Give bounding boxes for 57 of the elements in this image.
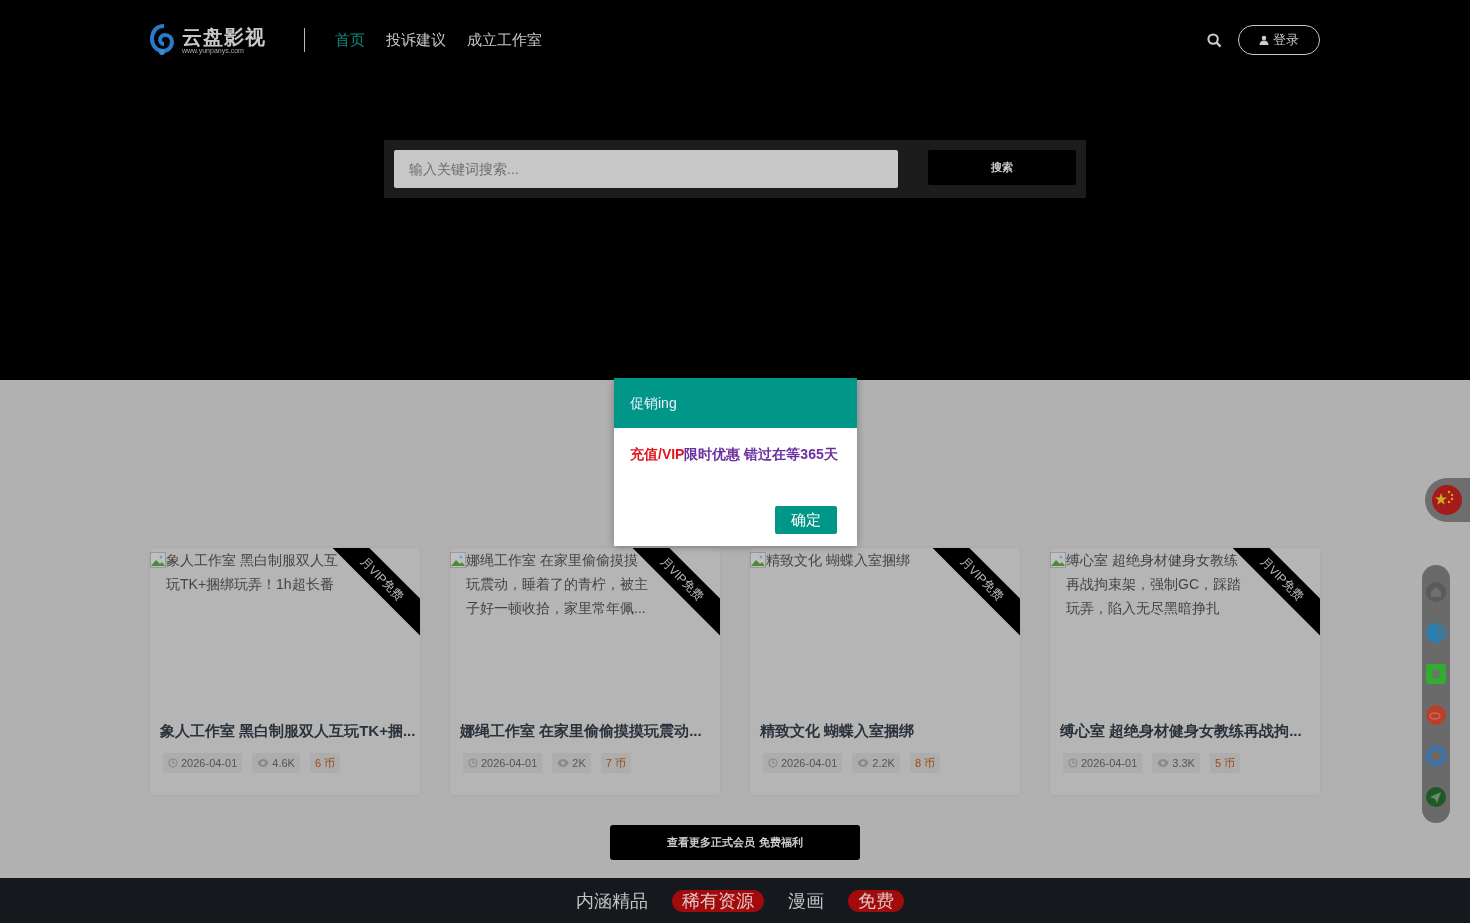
- eye-icon: [1157, 757, 1170, 768]
- broken-image-icon: [150, 552, 166, 568]
- clock-icon: [468, 757, 478, 768]
- eye-icon: [557, 757, 570, 768]
- more-button[interactable]: 查看更多正式会员 免费福利: [610, 825, 860, 860]
- video-card[interactable]: 缚心室 超绝身材健身女教练再战拘束架，强制GC，踩踏玩弄，陷入无尽黑暗挣扎 月VIP免费 缚心室 超绝身材健身女教练再战拘... 2026-04-01 3.3K 5 币: [1050, 548, 1320, 795]
- footer-link[interactable]: 漫画: [778, 889, 834, 912]
- ring-icon[interactable]: [1426, 745, 1446, 766]
- date-text: 2026-04-01: [781, 755, 838, 771]
- price-tag: 8 币: [909, 752, 941, 773]
- clock-icon: [168, 757, 178, 768]
- eye-icon: [257, 757, 270, 768]
- footer-link[interactable]: 内涵精品: [566, 889, 658, 912]
- date-text: 2026-04-01: [481, 755, 538, 771]
- price-tag: 5 币: [1209, 752, 1241, 773]
- image-alt-text: 娜绳工作室 在家里偷偷摸摸玩震动，睡着了的青柠，被主子好一顿收拾，家里常年佩...: [466, 551, 648, 618]
- search-field[interactable]: 输入关键词搜索...: [394, 150, 898, 188]
- image-alt-text: 象人工作室 黑白制服双人互玩TK+捆绑玩弄！1h超长番: [166, 551, 339, 594]
- flag-icon: [1432, 485, 1462, 515]
- dialog-title: 促销ing: [614, 378, 857, 428]
- chat-icon[interactable]: [1426, 663, 1446, 684]
- card-title[interactable]: 缚心室 超绝身材健身女教练再战拘...: [1050, 720, 1320, 743]
- card-title[interactable]: 象人工作室 黑白制服双人互玩TK+捆...: [150, 720, 420, 743]
- broken-image-icon: [1050, 552, 1066, 568]
- clock-icon: [768, 757, 778, 768]
- language-button[interactable]: [1425, 478, 1470, 522]
- logo-text[interactable]: 云盘影视: [182, 26, 266, 47]
- dialog-message: 充值/VIP限时优惠 错过在等365天: [629, 445, 839, 464]
- globe-icon[interactable]: [1426, 622, 1446, 643]
- broken-image-icon: [450, 552, 466, 568]
- image-alt-text: 缚心室 超绝身材健身女教练再战拘束架，强制GC，踩踏玩弄，陷入无尽黑暗挣扎: [1066, 551, 1242, 618]
- search-button[interactable]: 搜索: [928, 150, 1076, 185]
- eye-icon: [857, 757, 870, 768]
- video-card[interactable]: 精致文化 蝴蝶入室捆绑 月VIP免费 精致文化 蝴蝶入室捆绑 2026-04-01 2.2K 8 币: [750, 548, 1020, 795]
- image-alt-text: 精致文化 蝴蝶入室捆绑: [766, 551, 910, 570]
- price-tag: 7 币: [600, 752, 631, 773]
- user-icon: [1259, 35, 1269, 45]
- views-text: 4.6K: [272, 755, 295, 771]
- broken-image-icon: [750, 552, 766, 568]
- views-text: 2.2K: [872, 755, 895, 771]
- date-text: 2026-04-01: [1081, 755, 1138, 771]
- date-text: 2026-04-01: [181, 755, 238, 771]
- nav-link[interactable]: 成立工作室: [467, 28, 542, 52]
- price-tag: 6 币: [309, 752, 341, 773]
- card-title[interactable]: 娜绳工作室 在家里偷偷摸摸玩震动...: [450, 720, 720, 743]
- footer-link[interactable]: 免费: [848, 889, 904, 912]
- search-icon[interactable]: [1207, 32, 1222, 48]
- nav-link[interactable]: 首页: [335, 28, 365, 52]
- nav-link[interactable]: 投诉建议: [386, 28, 446, 52]
- video-card[interactable]: 象人工作室 黑白制服双人互玩TK+捆绑玩弄！1h超长番 月VIP免费 象人工作室 黑白制服双人互玩TK+捆... 2026-04-01 4.6K 6 币: [150, 548, 420, 795]
- views-text: 2K: [572, 755, 586, 771]
- card-title[interactable]: 精致文化 蝴蝶入室捆绑: [750, 720, 1020, 743]
- footer-link[interactable]: 稀有资源: [672, 889, 764, 912]
- confirm-button[interactable]: 确定: [775, 505, 837, 534]
- clock-icon: [1068, 757, 1078, 768]
- views-text: 3.3K: [1172, 755, 1195, 771]
- send-icon[interactable]: [1426, 786, 1446, 807]
